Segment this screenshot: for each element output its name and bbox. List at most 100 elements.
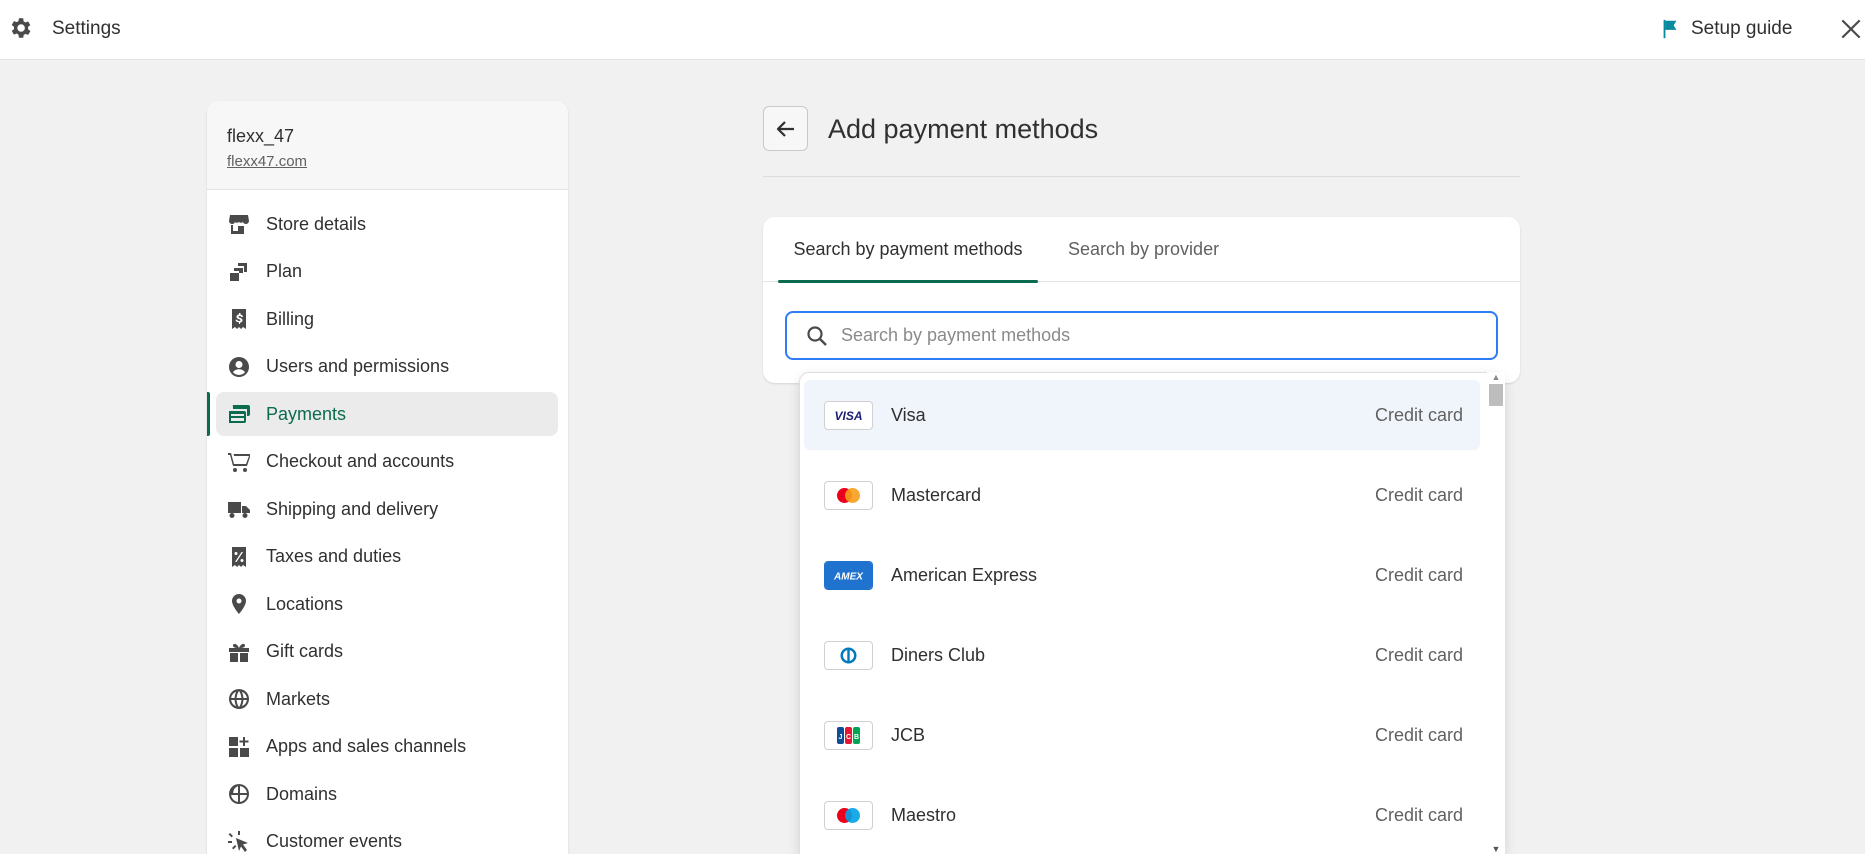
visa-logo: VISA [824,400,873,430]
store-url-link[interactable]: flexx47.com [227,153,307,170]
sidebar-item-apps-and-sales-channels[interactable]: Apps and sales channels [216,725,558,769]
cart-icon [226,449,252,475]
settings-sidebar: flexx_47 flexx47.com Store details Plan … [207,101,568,854]
apps-icon [226,734,252,760]
payments-icon [226,401,252,427]
mastercard-logo [824,480,873,510]
events-icon [226,829,252,854]
payment-method-type: Credit card [1374,564,1463,585]
svg-text:AMEX: AMEX [833,571,864,582]
page-title: Add payment methods [828,114,1099,144]
sidebar-item-label: Locations [266,593,344,614]
payment-method-type: Credit card [1374,724,1463,745]
sidebar-item-payments[interactable]: Payments [207,392,558,436]
payment-method-name: Mastercard [891,484,982,505]
jcb-logo: JCB [824,720,873,750]
gear-icon [11,18,31,38]
list-item-jcb[interactable]: JCB JCB Credit card [804,700,1480,770]
scrollbar-thumb[interactable] [1489,384,1503,406]
diners-logo [824,640,873,670]
sidebar-item-domains[interactable]: Domains [216,772,558,816]
sidebar-item-locations[interactable]: Locations [216,582,558,626]
maestro-logo [824,800,873,830]
header-divider [763,176,1520,177]
sidebar-item-label: Apps and sales channels [266,736,467,756]
billing-icon [226,306,252,332]
arrow-left-icon [776,120,794,137]
list-item-visa[interactable]: VISA Visa Credit card [804,380,1480,450]
svg-text:B: B [854,734,859,741]
payment-method-type: Credit card [1374,644,1463,665]
sidebar-item-checkout-and-accounts[interactable]: Checkout and accounts [216,440,558,484]
amex-logo: AMEX [824,560,873,590]
sidebar-item-label: Users and permissions [266,356,450,376]
globe-icon [226,686,252,712]
tax-icon [226,544,252,570]
setup-guide-label: Setup guide [1691,18,1793,39]
dropdown-scrollbar[interactable]: ▲ ▼ [1487,372,1505,854]
svg-text:C: C [846,734,851,741]
svg-text:J: J [839,734,843,741]
settings-nav: Store details Plan Billing Users and per… [207,190,568,854]
sidebar-item-plan[interactable]: Plan [216,250,558,294]
list-item-mastercard[interactable]: Mastercard Credit card [804,460,1480,530]
store-name: flexx_47 [227,126,295,146]
sidebar-item-label: Checkout and accounts [266,451,455,471]
flag-icon [1663,19,1677,39]
sidebar-item-label: Payments [266,403,347,424]
sidebar-item-taxes-and-duties[interactable]: Taxes and duties [216,535,558,579]
gift-icon [226,639,252,665]
payment-method-name: Visa [891,404,926,425]
payment-method-type: Credit card [1374,804,1463,825]
payment-method-name: Maestro [891,804,957,825]
back-button[interactable] [763,106,808,151]
payment-method-name: Diners Club [891,644,986,665]
sidebar-item-label: Billing [266,308,315,329]
scroll-down-arrow-icon[interactable]: ▼ [1491,844,1501,854]
sidebar-item-label: Markets [266,688,331,709]
plan-icon [226,259,252,285]
sidebar-item-customer-events[interactable]: Customer events [216,820,558,854]
sidebar-item-label: Domains [266,783,338,804]
domains-icon [226,781,252,807]
sidebar-item-label: Plan [266,261,303,281]
search-input[interactable] [841,325,1481,346]
sidebar-item-label: Shipping and delivery [266,498,439,519]
payment-method-type: Credit card [1374,404,1463,425]
tab-search-by-payment-methods[interactable]: Search by payment methods [778,217,1038,283]
sidebar-item-label: Taxes and duties [266,546,402,566]
sidebar-item-label: Customer events [266,831,403,851]
payment-methods-dropdown: VISA Visa Credit card Mastercard Credit … [799,372,1505,854]
sidebar-item-billing[interactable]: Billing [216,297,558,341]
settings-title: Settings [52,18,121,39]
sidebar-item-store-details[interactable]: Store details [216,202,558,246]
user-icon [226,354,252,380]
sidebar-item-gift-cards[interactable]: Gift cards [216,630,558,674]
search-box [785,311,1498,360]
search-tabs: Search by payment methods Search by prov… [763,217,1520,283]
sidebar-item-users-and-permissions[interactable]: Users and permissions [216,345,558,389]
truck-icon [226,496,252,522]
store-header: flexx_47 flexx47.com [207,101,568,190]
list-item-maestro[interactable]: Maestro Credit card [804,780,1480,850]
list-item-diners-club[interactable]: Diners Club Credit card [804,620,1480,690]
sidebar-item-markets[interactable]: Markets [216,677,558,721]
list-item-american-express[interactable]: AMEX American Express Credit card [804,540,1480,610]
payment-method-name: JCB [891,724,926,745]
scrollbar-track [1487,372,1505,854]
sidebar-item-label: Gift cards [266,641,344,661]
svg-text:VISA: VISA [834,409,862,423]
payment-method-name: American Express [891,564,1038,585]
scroll-up-arrow-icon[interactable]: ▲ [1491,372,1501,382]
close-icon[interactable] [1838,16,1864,42]
location-icon [226,591,252,617]
search-card: Search by payment methods Search by prov… [763,217,1520,383]
setup-guide-button[interactable]: Setup guide [1659,16,1792,42]
payment-method-type: Credit card [1374,484,1463,505]
search-icon [807,325,827,346]
tab-search-by-provider[interactable]: Search by provider [1068,217,1219,282]
sidebar-item-shipping-and-delivery[interactable]: Shipping and delivery [216,487,558,531]
store-icon [226,211,252,237]
top-bar: Settings Setup guide [0,0,1865,60]
sidebar-item-label: Store details [266,213,367,234]
